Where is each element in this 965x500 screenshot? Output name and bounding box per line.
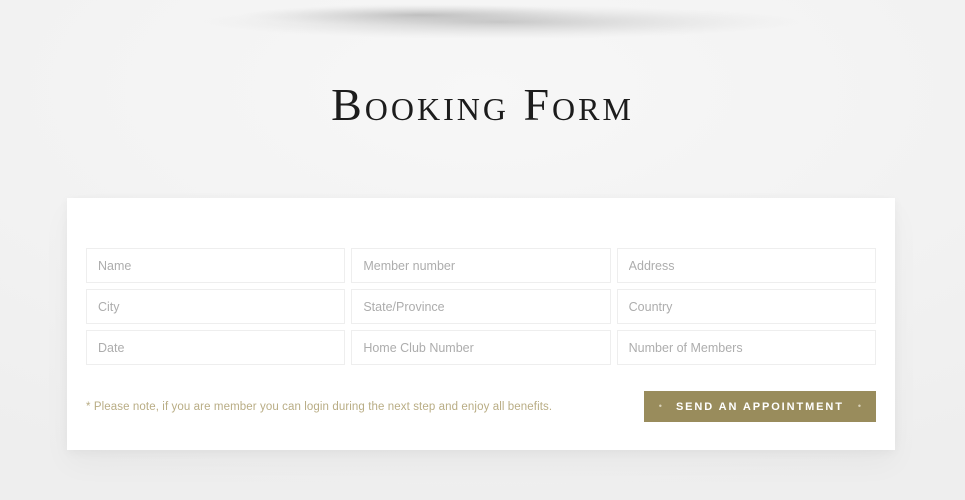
page-title-container: Booking Form <box>0 74 965 136</box>
form-row-2 <box>86 289 876 324</box>
home-club-number-input[interactable] <box>363 340 610 355</box>
form-note: * Please note, if you are member you can… <box>86 400 553 413</box>
form-footer: * Please note, if you are member you can… <box>86 391 876 422</box>
hero-phone-image <box>0 0 965 47</box>
field-city[interactable] <box>86 289 346 324</box>
form-row-1 <box>86 248 876 283</box>
field-date[interactable] <box>86 330 346 365</box>
page-title: Booking Form <box>331 79 634 130</box>
number-of-members-input[interactable] <box>628 340 875 355</box>
field-name[interactable] <box>86 248 346 283</box>
member-number-input[interactable] <box>363 258 610 273</box>
field-address[interactable] <box>616 248 876 283</box>
city-input[interactable] <box>98 299 345 314</box>
bullet-left-icon: • <box>658 401 662 411</box>
send-an-appointment-button[interactable]: • SEND AN APPOINTMENT • <box>643 391 876 422</box>
field-member-number[interactable] <box>351 248 611 283</box>
booking-form-card: * Please note, if you are member you can… <box>67 198 895 450</box>
field-country[interactable] <box>616 289 876 324</box>
booking-form-page: Booking Form Name Member number Address … <box>0 0 965 500</box>
date-input[interactable] <box>98 340 345 355</box>
field-state-province[interactable] <box>351 289 611 324</box>
booking-form: * Please note, if you are member you can… <box>86 248 876 422</box>
name-input[interactable] <box>98 258 345 273</box>
country-input[interactable] <box>628 299 875 314</box>
send-an-appointment-label: SEND AN APPOINTMENT <box>675 400 844 413</box>
bullet-right-icon: • <box>857 401 861 411</box>
form-row-3 <box>86 330 876 365</box>
field-home-club-number[interactable] <box>351 330 611 365</box>
address-input[interactable] <box>628 258 875 273</box>
state-province-input[interactable] <box>363 299 610 314</box>
field-number-of-members[interactable] <box>616 330 876 365</box>
